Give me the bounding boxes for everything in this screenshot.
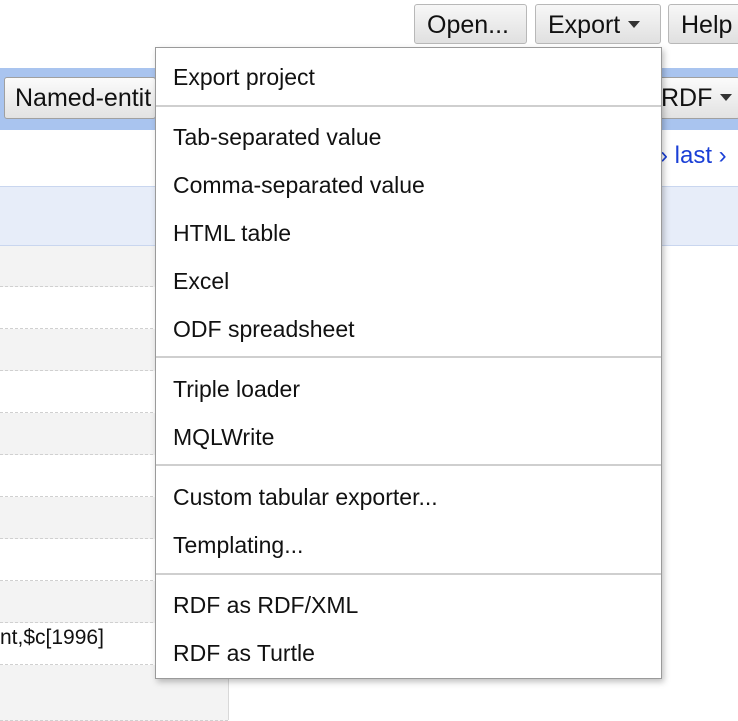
menu-divider [156, 356, 661, 358]
rdf-button-label: RDF [661, 84, 713, 112]
menu-item-triple-loader[interactable]: Triple loader [173, 376, 300, 403]
rdf-button[interactable]: RDF [650, 77, 738, 119]
menu-item-html-table[interactable]: HTML table [173, 220, 291, 247]
open-button-label: Open... [427, 11, 509, 39]
chevron-down-icon [720, 94, 733, 102]
menu-divider [156, 573, 661, 575]
menu-item-tsv[interactable]: Tab-separated value [173, 124, 381, 151]
menu-item-csv[interactable]: Comma-separated value [173, 172, 425, 199]
help-button[interactable]: Help [668, 4, 738, 44]
menu-item-excel[interactable]: Excel [173, 268, 229, 295]
open-button[interactable]: Open... [414, 4, 527, 44]
table-cell-text: nt,$c[1996] [0, 626, 104, 649]
export-button[interactable]: Export [535, 4, 661, 44]
export-menu: Export project Tab-separated value Comma… [155, 47, 662, 679]
menu-item-mqlwrite[interactable]: MQLWrite [173, 424, 274, 451]
menu-item-rdf-xml[interactable]: RDF as RDF/XML [173, 592, 358, 619]
menu-item-odf[interactable]: ODF spreadsheet [173, 316, 355, 343]
menu-divider [156, 105, 661, 107]
named-entity-button-label: Named-entit [15, 84, 152, 112]
menu-item-custom-tabular[interactable]: Custom tabular exporter... [173, 484, 438, 511]
menu-divider [156, 464, 661, 466]
pager-last-link[interactable]: › last › [660, 142, 727, 170]
export-button-label: Export [548, 11, 621, 39]
menu-item-templating[interactable]: Templating... [173, 532, 303, 559]
menu-item-rdf-turtle[interactable]: RDF as Turtle [173, 640, 315, 667]
chevron-down-icon [628, 21, 641, 29]
named-entity-button[interactable]: Named-entit [4, 77, 156, 119]
menu-item-export-project[interactable]: Export project [173, 64, 315, 91]
help-button-label: Help [681, 11, 733, 39]
